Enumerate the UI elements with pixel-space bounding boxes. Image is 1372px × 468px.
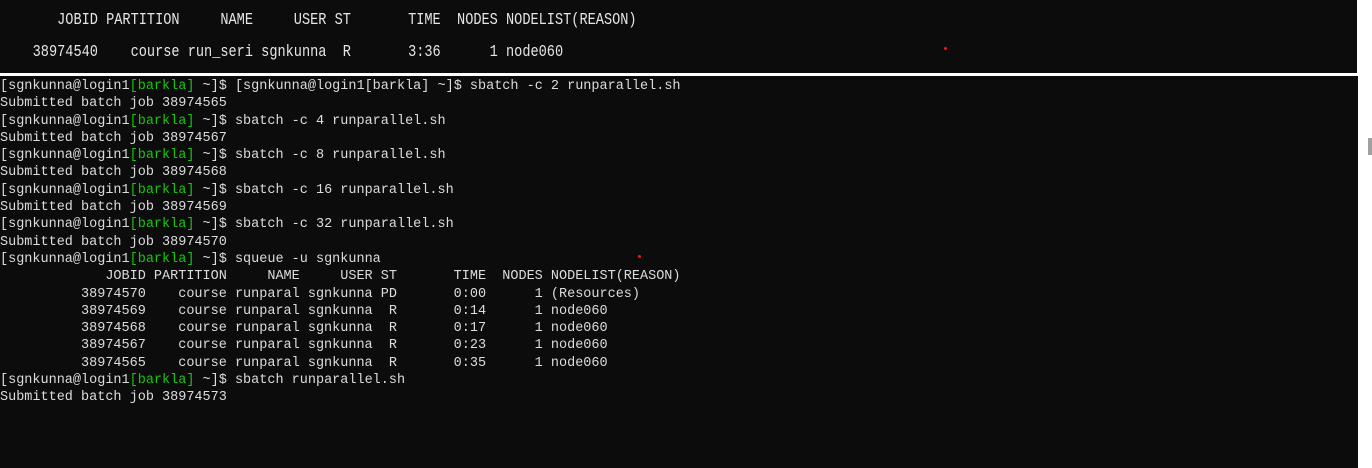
prompt-cluster: [barkla] bbox=[129, 373, 195, 389]
output-line: Submitted batch job 38974573 bbox=[0, 390, 227, 406]
command-text: [sgnkunna@login1[barkla] ~]$ sbatch -c 2… bbox=[234, 79, 681, 94]
prompt-dir: ~]$ bbox=[194, 373, 235, 389]
output-line: 38974570 course runparal sgnkunna PD 0:0… bbox=[0, 286, 641, 302]
output-line: Submitted batch job 38974565 bbox=[0, 96, 227, 112]
prompt-line: [sgnkunna@login1[barkla] ~]$ sbatch runp… bbox=[0, 372, 681, 389]
output-line: 38974565 course runparal sgnkunna R 0:35… bbox=[0, 355, 608, 371]
top-squeue-row: 38974540 course run_seri sgnkunna R 3:36… bbox=[0, 43, 564, 62]
prompt-cluster: [barkla] bbox=[129, 182, 195, 198]
prompt-cluster: [barkla] bbox=[129, 113, 195, 129]
prompt-line: [sgnkunna@login1[barkla] ~]$ sbatch -c 1… bbox=[0, 182, 681, 199]
prompt-line: [sgnkunna@login1[barkla] ~]$ sbatch -c 4… bbox=[0, 113, 681, 130]
output-line: JOBID PARTITION NAME USER ST TIME NODES … bbox=[0, 269, 681, 285]
prompt-dir: ~]$ bbox=[194, 148, 235, 164]
red-dot-marker bbox=[638, 255, 641, 258]
prompt-user-host: [sgnkunna@login1 bbox=[0, 79, 130, 94]
prompt-user-host: [sgnkunna@login1 bbox=[0, 182, 130, 198]
command-text: sbatch -c 4 runparallel.sh bbox=[234, 113, 446, 129]
output-line: 38974569 course runparal sgnkunna R 0:14… bbox=[0, 303, 608, 319]
prompt-line: [sgnkunna@login1[barkla] ~]$ sbatch -c 3… bbox=[0, 216, 681, 233]
prompt-dir: ~]$ bbox=[194, 217, 235, 233]
prompt-dir: ~]$ bbox=[194, 251, 235, 267]
prompt-user-host: [sgnkunna@login1 bbox=[0, 217, 130, 233]
prompt-line: [sgnkunna@login1[barkla] ~]$ squeue -u s… bbox=[0, 251, 681, 268]
output-line: 38974567 course runparal sgnkunna R 0:23… bbox=[0, 338, 608, 354]
command-text: sbatch -c 8 runparallel.sh bbox=[234, 148, 446, 164]
command-text: squeue -u sgnkunna bbox=[234, 251, 381, 267]
terminal-output: [sgnkunna@login1[barkla] ~]$ [sgnkunna@l… bbox=[0, 78, 681, 407]
prompt-user-host: [sgnkunna@login1 bbox=[0, 251, 130, 267]
command-text: sbatch runparallel.sh bbox=[234, 373, 406, 389]
prompt-line: [sgnkunna@login1[barkla] ~]$ [sgnkunna@l… bbox=[0, 78, 681, 95]
prompt-cluster: [barkla] bbox=[129, 251, 195, 267]
prompt-cluster: [barkla] bbox=[129, 148, 195, 164]
output-line: Submitted batch job 38974569 bbox=[0, 200, 227, 216]
prompt-user-host: [sgnkunna@login1 bbox=[0, 148, 130, 164]
scrollbar-thumb[interactable] bbox=[1368, 138, 1372, 155]
prompt-dir: ~]$ bbox=[194, 113, 235, 129]
top-terminal-panel: JOBID PARTITION NAME USER ST TIME NODES … bbox=[0, 0, 1357, 73]
command-text: sbatch -c 32 runparallel.sh bbox=[234, 217, 454, 233]
prompt-dir: ~]$ bbox=[194, 182, 235, 198]
output-line: 38974568 course runparal sgnkunna R 0:17… bbox=[0, 321, 608, 337]
prompt-user-host: [sgnkunna@login1 bbox=[0, 373, 130, 389]
prompt-cluster: [barkla] bbox=[129, 79, 195, 94]
prompt-dir: ~]$ bbox=[194, 79, 235, 94]
top-squeue-header: JOBID PARTITION NAME USER ST TIME NODES … bbox=[0, 11, 637, 30]
output-line: Submitted batch job 38974567 bbox=[0, 130, 227, 146]
output-line: Submitted batch job 38974570 bbox=[0, 234, 227, 250]
red-dot-marker bbox=[944, 47, 947, 50]
prompt-user-host: [sgnkunna@login1 bbox=[0, 113, 130, 129]
scrollbar-track[interactable] bbox=[1358, 76, 1372, 468]
prompt-cluster: [barkla] bbox=[129, 217, 195, 233]
command-text: sbatch -c 16 runparallel.sh bbox=[234, 182, 454, 198]
prompt-line: [sgnkunna@login1[barkla] ~]$ sbatch -c 8… bbox=[0, 147, 681, 164]
output-line: Submitted batch job 38974568 bbox=[0, 165, 227, 181]
terminal-window[interactable]: [sgnkunna@login1[barkla] ~]$ [sgnkunna@l… bbox=[0, 76, 1358, 468]
